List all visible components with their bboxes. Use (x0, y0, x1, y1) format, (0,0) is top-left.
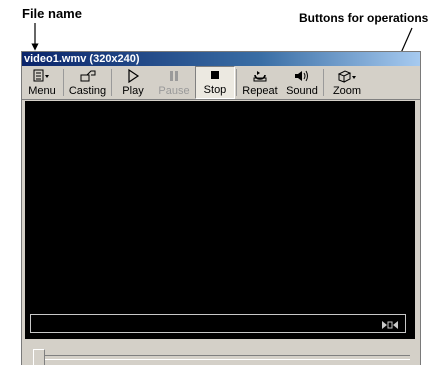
zoom-label: Zoom (332, 85, 362, 97)
separator (111, 69, 112, 96)
sound-icon (293, 68, 311, 84)
seek-thumb[interactable] (33, 349, 45, 365)
seek-track[interactable] (45, 355, 410, 360)
casting-label: Casting (68, 85, 107, 97)
pause-button[interactable]: Pause (153, 66, 195, 99)
menu-button[interactable]: Menu (22, 66, 62, 99)
fullscreen-icon[interactable] (381, 318, 399, 336)
pause-icon (167, 68, 181, 84)
separator (323, 69, 324, 96)
zoom-button[interactable]: Zoom (325, 66, 369, 99)
separator (236, 69, 237, 96)
casting-button[interactable]: Casting (65, 66, 110, 99)
separator (63, 69, 64, 96)
buttons-annotation: Buttons for operations (299, 11, 429, 25)
toolbar: Menu Casting Play Pause Stop Repeat Soun… (22, 66, 420, 100)
menu-label: Menu (28, 85, 56, 97)
repeat-label: Repeat (242, 85, 278, 97)
seek-bar[interactable] (25, 345, 415, 365)
play-icon (126, 68, 140, 84)
video-display[interactable] (25, 101, 415, 339)
casting-icon (79, 68, 97, 84)
caption-bar (30, 314, 406, 333)
file-name-annotation: File name (22, 6, 82, 21)
sound-button[interactable]: Sound (282, 66, 322, 99)
stop-button[interactable]: Stop (195, 66, 235, 99)
repeat-icon (251, 68, 269, 84)
menu-icon (33, 68, 51, 84)
stop-icon (208, 67, 222, 83)
stop-label: Stop (203, 84, 227, 96)
player-window: video1.wmv (320x240) Menu Casting Play P… (21, 51, 421, 365)
pause-label: Pause (158, 85, 190, 97)
play-button[interactable]: Play (113, 66, 153, 99)
window-title: video1.wmv (320x240) (22, 52, 420, 66)
zoom-icon (337, 68, 357, 84)
sound-label: Sound (286, 85, 318, 97)
repeat-button[interactable]: Repeat (238, 66, 282, 99)
play-label: Play (122, 85, 144, 97)
